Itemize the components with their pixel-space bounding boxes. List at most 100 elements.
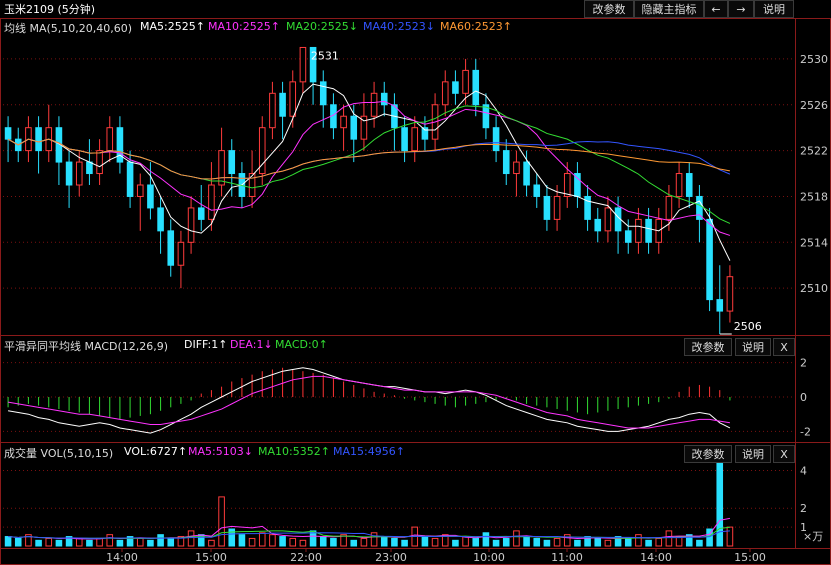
x-tick-label: 15:00 <box>195 551 227 564</box>
candle-body <box>197 207 205 220</box>
price-tick-label: 2526 <box>800 99 828 112</box>
candle-body <box>401 127 408 152</box>
x-tick-label: 23:00 <box>375 551 407 564</box>
candle-body <box>35 127 42 152</box>
candle-body <box>96 150 103 175</box>
ma60-value: MA60:2523↑ <box>440 20 512 33</box>
candle-body <box>380 92 388 106</box>
volume-bar <box>513 530 520 547</box>
price-tick-label: 2514 <box>800 236 828 249</box>
x-tick-label: 11:00 <box>551 551 583 564</box>
volume-bar <box>391 537 398 547</box>
candle-body <box>502 150 510 175</box>
price-tick-label: 2510 <box>800 282 828 295</box>
vol-ma10-line <box>8 526 730 539</box>
hide-main-indicator-button[interactable]: 隐藏主指标 <box>634 0 704 18</box>
candle-body <box>624 230 632 243</box>
price-tick-label: 2518 <box>800 190 828 203</box>
vol-help-button[interactable]: 说明 <box>735 445 771 463</box>
x-tick-label: 14:00 <box>106 551 138 564</box>
vol-unit-label: ×万 <box>803 530 823 543</box>
macd-change-params-button[interactable]: 改参数 <box>684 338 732 356</box>
candle-body <box>208 184 215 220</box>
candle-body <box>533 184 541 197</box>
arrow-left-button[interactable]: ← <box>704 0 728 18</box>
candle-body <box>462 69 469 94</box>
candle-body <box>370 92 378 117</box>
volume-bar <box>136 537 144 547</box>
candle-body <box>411 127 419 152</box>
candle-body <box>187 207 195 243</box>
vol-close-button[interactable]: X <box>773 445 795 463</box>
volume-bar <box>482 532 490 547</box>
volume-bar <box>492 539 500 547</box>
volume-bar <box>523 536 530 547</box>
volume-bar <box>502 537 510 547</box>
volume-bar <box>401 539 408 547</box>
vol-change-params-button[interactable]: 改参数 <box>684 445 732 463</box>
x-tick-label: 22:00 <box>290 551 322 564</box>
help-button[interactable]: 说明 <box>754 0 794 18</box>
volume-bar <box>96 537 103 547</box>
candle-body <box>279 92 286 117</box>
volume-bar <box>533 537 541 547</box>
ma10-line <box>7 100 731 236</box>
candle-body <box>157 207 164 232</box>
candle-body <box>269 92 276 129</box>
volume-bar <box>645 539 652 547</box>
candle-body <box>452 81 459 94</box>
candle-body <box>299 46 307 83</box>
candle-body <box>106 127 114 152</box>
ma10-value: MA10:2525↑ <box>208 20 280 33</box>
candle-body <box>167 230 175 266</box>
candle-body <box>513 161 520 175</box>
volume-bar <box>421 536 429 547</box>
candle-body <box>685 173 693 197</box>
ma20-value: MA20:2525↓ <box>286 20 358 33</box>
candle-body <box>594 218 602 232</box>
candle-body <box>553 195 561 220</box>
volume-bar <box>269 534 276 547</box>
macd-dea-value: DEA:1↓ <box>230 338 273 351</box>
candle-body <box>75 161 83 186</box>
low-price-label: 2506 <box>734 320 762 333</box>
volume-bar <box>472 537 480 547</box>
volume-bar <box>35 539 42 547</box>
volume-bar <box>604 539 612 547</box>
ma-indicator-name: 均线 MA(5,10,20,40,60) <box>4 22 133 35</box>
candle-body <box>563 173 571 197</box>
chart-frame <box>0 18 831 565</box>
diff-line <box>7 367 731 434</box>
ma60-line <box>7 138 731 180</box>
volume-bar <box>635 534 642 547</box>
candle-body <box>635 218 642 243</box>
candle-body <box>65 161 73 186</box>
change-params-button[interactable]: 改参数 <box>584 0 634 18</box>
vol-indicator-name: 成交量 VOL(5,10,15) <box>4 447 114 460</box>
volume-bar <box>75 537 83 547</box>
macd-tick-label: 0 <box>800 391 807 404</box>
volume-bar <box>330 537 337 547</box>
candle-body <box>716 299 724 312</box>
volume-bar <box>106 534 114 547</box>
volume-bar <box>147 539 154 547</box>
volume-bar <box>45 537 53 547</box>
macd-close-button[interactable]: X <box>773 338 795 356</box>
arrow-right-button[interactable]: → <box>728 0 754 18</box>
volume-bar <box>553 537 561 547</box>
macd-help-button[interactable]: 说明 <box>735 338 771 356</box>
volume-bar <box>655 537 663 547</box>
x-tick-label: 14:00 <box>640 551 672 564</box>
vol-value: VOL:6727↑ <box>124 445 188 458</box>
volume-bar <box>279 536 286 547</box>
macd-indicator-name: 平滑异同平均线 MACD(12,26,9) <box>4 340 169 353</box>
ma40-line <box>7 138 731 180</box>
volume-bar <box>360 537 368 547</box>
candle-body <box>472 69 480 106</box>
volume-bar <box>218 496 225 547</box>
candle-body <box>726 276 734 312</box>
volume-bar <box>696 539 703 547</box>
vol-tick-label: 4 <box>800 464 807 477</box>
volume-bar <box>370 532 378 547</box>
candle-body <box>86 161 93 175</box>
